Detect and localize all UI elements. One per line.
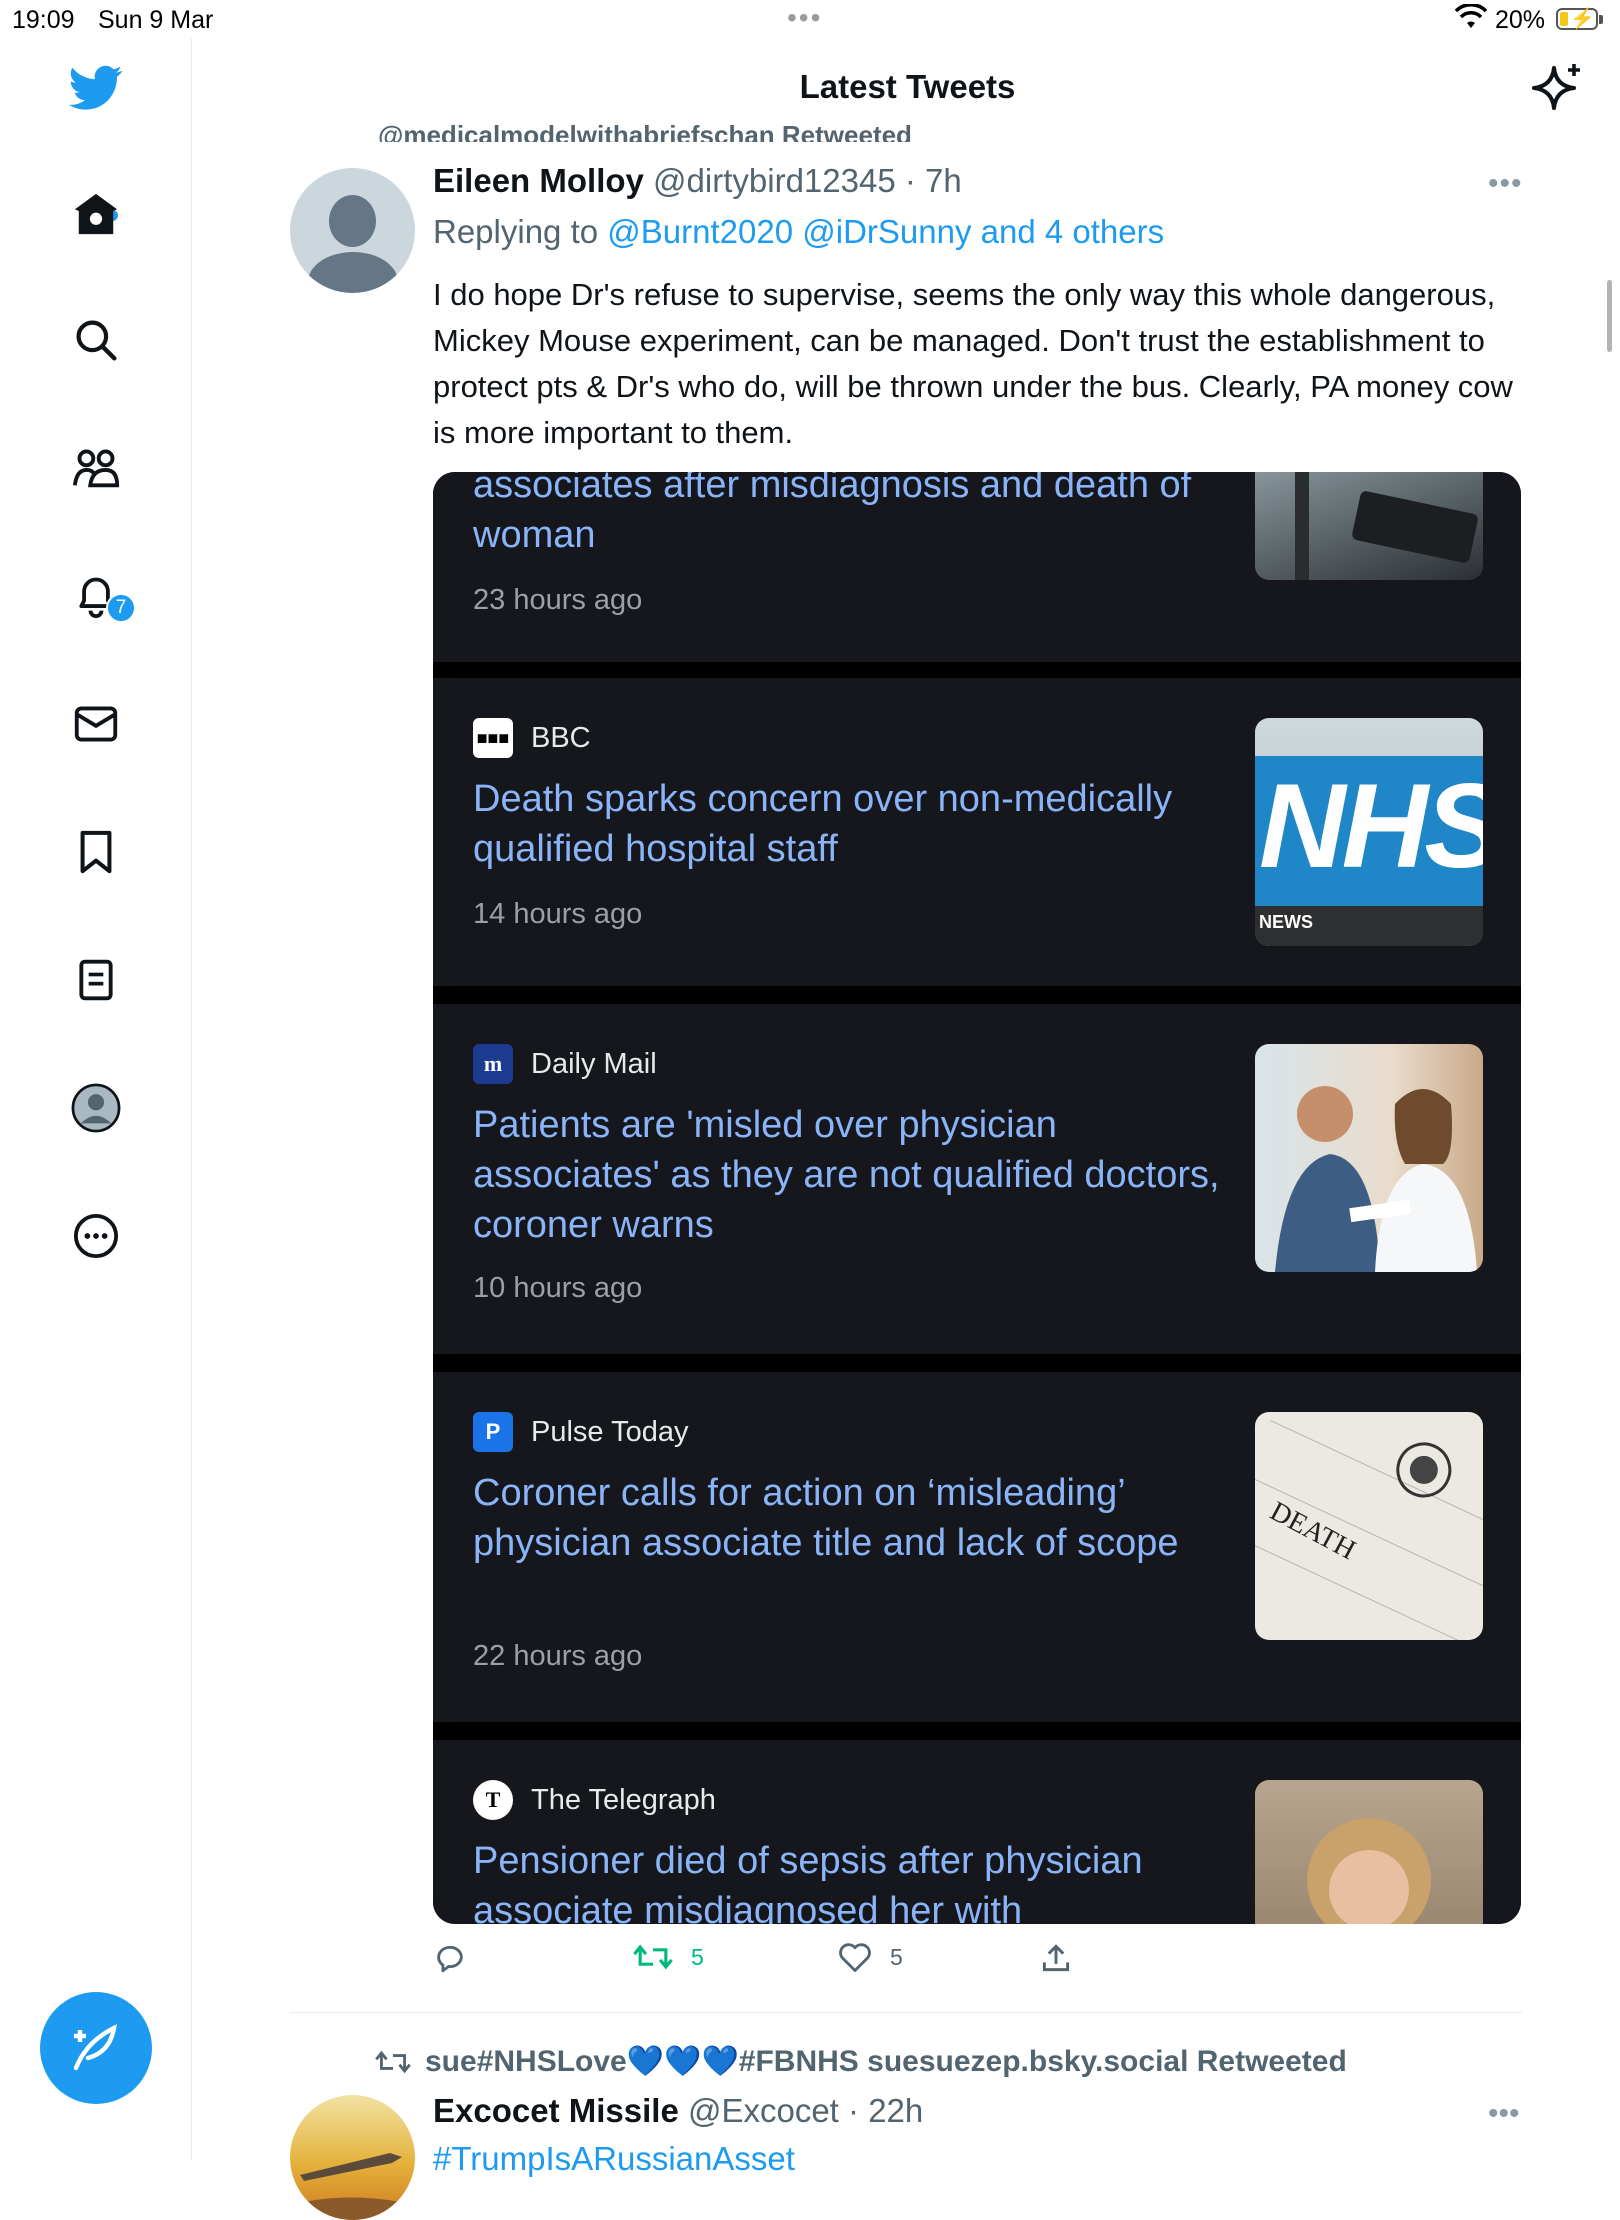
lists-icon[interactable]: [68, 952, 124, 1008]
news-card[interactable]: associates after misdiagnosis and death …: [433, 472, 1521, 662]
compose-tweet-button[interactable]: [40, 1992, 152, 2104]
tweet-header: Excocet Missile @Excocet · 22h: [433, 2092, 923, 2130]
news-thumbnail: [1255, 1780, 1483, 1924]
news-time: 23 hours ago: [473, 584, 643, 616]
search-icon[interactable]: [68, 312, 124, 368]
author-handle[interactable]: @dirtybird12345: [653, 162, 896, 199]
home-icon[interactable]: [68, 186, 124, 242]
avatar[interactable]: [290, 2095, 415, 2220]
like-button[interactable]: 5: [838, 1942, 903, 1972]
tweet-more-icon[interactable]: •••: [1488, 2097, 1520, 2131]
news-headline: Pensioner died of sepsis after physician…: [473, 1840, 1143, 1924]
like-count: 5: [890, 1943, 903, 1970]
bbc-logo-icon: ■■■: [473, 718, 513, 758]
battery-percent: 20%: [1495, 6, 1546, 34]
page-title: Latest Tweets: [799, 68, 1016, 105]
status-time: 19:09: [12, 6, 75, 34]
retweeted-by-text: sue#NHSLove💙💙💙#FBNHS suesuezep.bsky.soci…: [425, 2045, 1347, 2078]
hashtag-link[interactable]: #TrumpIsARussianAsset: [433, 2140, 795, 2178]
retweet-button[interactable]: 5: [633, 1942, 704, 1972]
telegraph-logo-icon: T: [473, 1780, 513, 1820]
retweeted-by-label[interactable]: @medicalmodelwithabriefschan Retweeted: [378, 120, 912, 142]
news-watermark: NEWS: [1259, 912, 1313, 932]
pulse-logo-icon: P: [473, 1412, 513, 1452]
retweet-count: 5: [691, 1943, 704, 1970]
replying-to-links[interactable]: @Burnt2020 @iDrSunny and 4 others: [607, 213, 1164, 250]
tweet-divider: [290, 2012, 1522, 2013]
news-source: T The Telegraph: [473, 1780, 716, 1820]
bookmarks-icon[interactable]: [68, 824, 124, 880]
news-source-label: Daily Mail: [531, 1047, 657, 1080]
news-time: 14 hours ago: [473, 898, 643, 930]
communities-icon[interactable]: [68, 440, 124, 496]
news-thumbnail: DEATH: [1255, 1412, 1483, 1640]
news-thumbnail: [1255, 472, 1483, 580]
daily-mail-logo-icon: m: [473, 1044, 513, 1084]
sidebar: 7: [0, 38, 192, 2160]
news-source-label: BBC: [531, 721, 591, 754]
tweet-more-icon[interactable]: •••: [1488, 167, 1523, 201]
author-name[interactable]: Eileen Molloy: [433, 162, 644, 199]
news-source-label: Pulse Today: [531, 1415, 689, 1448]
share-button[interactable]: [1040, 1942, 1072, 1974]
news-time: 10 hours ago: [473, 1272, 643, 1304]
multitasking-dots-icon[interactable]: •••: [787, 2, 822, 34]
news-card[interactable]: m Daily Mail Patients are 'misled over p…: [433, 1004, 1521, 1354]
tweet-time: · 7h: [904, 162, 962, 199]
news-thumbnail: [1255, 1044, 1483, 1272]
retweeted-by-label[interactable]: sue#NHSLove💙💙💙#FBNHS suesuezep.bsky.soci…: [375, 2044, 1347, 2079]
wifi-icon: [1454, 3, 1488, 37]
news-source-label: The Telegraph: [531, 1783, 716, 1816]
news-headline: Patients are 'misled over physician asso…: [473, 1104, 1220, 1246]
retweet-icon: [375, 2050, 411, 2073]
news-source: ■■■ BBC: [473, 718, 591, 758]
more-options-icon[interactable]: [68, 1208, 124, 1264]
profile-avatar-icon[interactable]: [68, 1080, 124, 1136]
news-headline: associates after misdiagnosis and death …: [473, 472, 1192, 556]
scrollbar[interactable]: [1607, 280, 1612, 352]
replying-prefix: Replying to: [433, 213, 599, 250]
replying-to-line: Replying to @Burnt2020 @iDrSunny and 4 o…: [433, 213, 1164, 251]
tweet-time: · 22h: [848, 2092, 924, 2129]
sparkle-icon[interactable]: [1532, 62, 1584, 119]
messages-icon[interactable]: [68, 696, 124, 752]
author-name[interactable]: Excocet Missile: [433, 2092, 679, 2129]
news-card[interactable]: T The Telegraph Pensioner died of sepsis…: [433, 1740, 1521, 1924]
news-time: 22 hours ago: [473, 1640, 643, 1672]
twitter-logo-icon[interactable]: [68, 60, 124, 116]
reply-button[interactable]: [433, 1942, 467, 1974]
news-card[interactable]: ■■■ BBC Death sparks concern over non-me…: [433, 678, 1521, 986]
avatar[interactable]: [290, 168, 415, 293]
nhs-sign-text: NHS: [1259, 759, 1483, 893]
notification-badge: 7: [106, 593, 136, 623]
news-headline: Death sparks concern over non-medically …: [473, 778, 1173, 870]
news-source: P Pulse Today: [473, 1412, 688, 1452]
status-bar: 19:09 Sun 9 Mar ••• 20% ⚡: [0, 0, 1620, 38]
status-date: Sun 9 Mar: [98, 6, 214, 34]
battery-icon: ⚡: [1556, 8, 1603, 30]
author-handle[interactable]: @Excocet: [688, 2092, 839, 2129]
news-headline: Coroner calls for action on ‘misleading’…: [473, 1472, 1179, 1564]
news-thumbnail: NHS NEWS: [1255, 718, 1483, 946]
tweet-header: Eileen Molloy @dirtybird12345 · 7h: [433, 162, 962, 200]
tweet-image[interactable]: associates after misdiagnosis and death …: [433, 472, 1521, 1924]
news-source: m Daily Mail: [473, 1044, 657, 1084]
news-card[interactable]: P Pulse Today Coroner calls for action o…: [433, 1372, 1521, 1722]
tweet-text: I do hope Dr's refuse to supervise, seem…: [433, 277, 1513, 450]
